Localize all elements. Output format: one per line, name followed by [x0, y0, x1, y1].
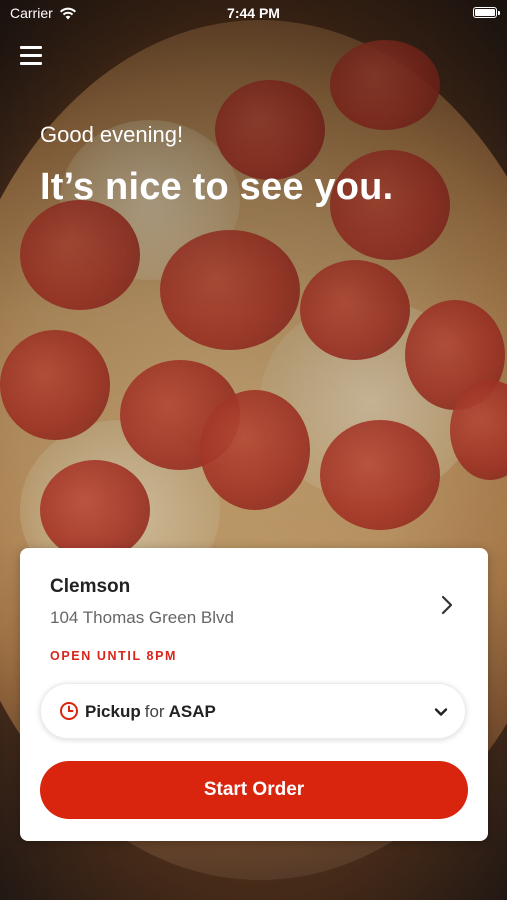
order-card: Clemson 104 Thomas Green Blvd OPEN UNTIL…	[20, 548, 488, 841]
chevron-down-icon	[434, 708, 448, 716]
greeting-text: Good evening!	[40, 122, 184, 147]
hamburger-menu-icon	[20, 46, 42, 49]
store-hours-status: OPEN UNTIL 8PM	[50, 649, 178, 663]
battery-icon	[473, 7, 500, 18]
store-address: 104 Thomas Green Blvd	[50, 608, 234, 627]
status-bar: Carrier 7:44 PM	[0, 0, 507, 28]
clock-icon	[60, 702, 78, 720]
store-name: Clemson	[50, 576, 131, 597]
hamburger-menu-icon-line	[20, 54, 42, 57]
hamburger-menu-icon-line	[20, 62, 42, 65]
order-mode-dropdown[interactable]: Pickup for ASAP	[40, 683, 466, 739]
headline-text: It’s nice to see you.	[40, 166, 394, 208]
order-mode-connector: for	[144, 702, 165, 721]
store-selector[interactable]: Clemson 104 Thomas Green Blvd	[50, 576, 464, 628]
order-time-value: ASAP	[168, 702, 216, 721]
chevron-right-icon	[441, 595, 453, 615]
start-order-button[interactable]: Start Order	[40, 761, 468, 819]
order-mode-label: Pickup for ASAP	[85, 702, 216, 722]
order-mode-value: Pickup	[85, 702, 141, 721]
status-time: 7:44 PM	[227, 5, 280, 21]
hamburger-menu-button[interactable]	[20, 46, 42, 66]
